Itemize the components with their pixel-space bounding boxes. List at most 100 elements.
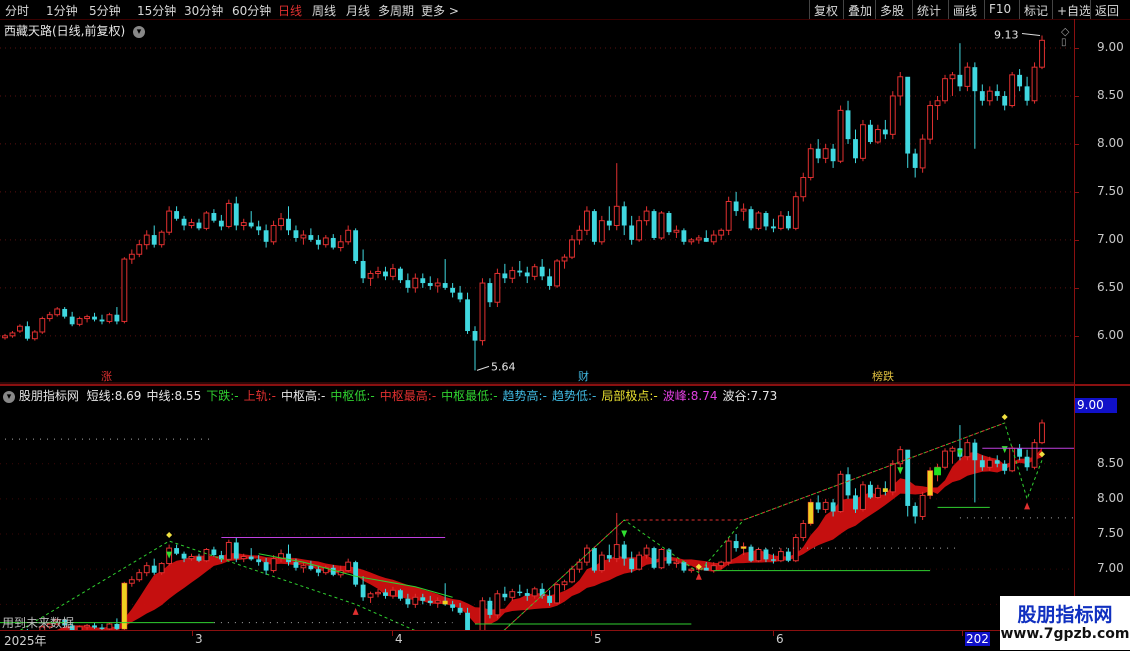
candle-body [815,148,821,159]
ind-candle-body [114,624,120,629]
legend-value: - [542,389,547,403]
candle-body [69,316,75,325]
candle-body [681,230,687,242]
candle-body [598,220,605,243]
candle-body [517,270,523,273]
low-price-label: 5.64 [491,360,516,373]
candle-body [964,66,971,87]
tab-8[interactable]: 月线 [346,2,370,19]
tab-5[interactable]: 60分钟 [232,2,271,19]
ind-candle-body [874,487,881,498]
chevron-down-icon[interactable]: ▾ [3,390,15,403]
toolbar-button-7[interactable]: +自选 [1057,2,1091,19]
candle-body [427,283,433,286]
indicator-tick-2: 7.50 [1097,526,1124,541]
date-tick [392,631,393,636]
tab-6[interactable]: 日线 [278,2,302,19]
ind-candle-body [143,565,150,574]
ind-candle-body [158,563,165,574]
candle-body [524,272,530,277]
toolbar-button-3[interactable]: 统计 [917,2,941,19]
toolbar-button-0[interactable]: 复权 [814,2,838,19]
watermark-url: www.7gpzb.com [1000,626,1130,642]
toolbar-button-8[interactable]: 返回 [1095,2,1119,19]
candle-body [62,308,68,317]
legend-label: 趋势低: [551,389,592,403]
toolbar-button-2[interactable]: 多股 [880,2,904,19]
candle-chart[interactable]: 9.13 5.64 涨 财 榜跌 [0,19,1074,384]
date-label-3: 5 [594,632,602,646]
ind-candle-body [367,593,374,598]
tab-2[interactable]: 5分钟 [89,2,121,19]
candle-body [270,224,277,243]
price-tick-6: 6.00 [1097,327,1124,342]
ind-candle-body [188,556,195,560]
tab-9[interactable]: 多周期 [378,2,414,19]
legend-label: 趋势高: [502,389,543,403]
toolbar-button-6[interactable]: 标记 [1024,2,1048,19]
candle-body [337,241,344,249]
watermark-title: 股朋指标网 [1017,604,1113,626]
legend-label: 中线: [146,389,175,403]
indicator-pane[interactable]: ▾ 股朋指标网 短线:8.69 中线:8.55 下跌:- 上轨:- 中枢高:- 中枢低:-… [0,386,1074,630]
legend-label: 波峰: [662,389,691,403]
ind-candle-body [106,623,113,630]
candle-body [807,148,814,179]
toolbar-button-1[interactable]: 叠加 [848,2,872,19]
candle-body [547,276,553,286]
candlestick-pane[interactable]: 西藏天路(日线,前复权) ▾ 9.13 5.64 涨财榜跌 ◇ ▯ [0,19,1074,384]
indicator-chart[interactable] [0,386,1074,630]
tab-4[interactable]: 30分钟 [184,2,223,19]
ind-candle-body [524,593,530,596]
date-axis[interactable]: 2025年 3 4 5 6 202 [0,630,1074,651]
toolbar-button-5[interactable]: F10 [989,2,1011,16]
candle-body [300,234,307,239]
ind-candle-body [405,598,411,605]
legend-item-10: 局部极点:- [601,389,657,403]
candle-body [1017,74,1023,87]
candle-body [629,225,635,240]
candle-body [308,235,314,240]
ind-candle-body [651,548,657,568]
candle-body [166,210,173,233]
high-arrow [1021,33,1041,37]
ind-candle-body [763,549,769,560]
candle-body [203,212,210,229]
legend-item-5: 中枢低:- [330,389,374,403]
ind-candle-body [383,592,388,596]
legend-item-0: 短线:8.69 [87,389,142,403]
ind-candle-body [591,548,597,571]
candle-body [84,316,90,320]
candle-body [927,105,934,140]
toolbar-separator [875,0,876,19]
ind-candle-body [263,562,269,571]
candle-body [695,237,702,241]
ind-candle-body [629,558,635,570]
tab-0[interactable]: 分时 [5,2,29,19]
legend-label: 下跌: [206,389,235,403]
indicator-axis[interactable]: 9.00 8.508.007.507.006.50 [1074,386,1130,630]
ind-candle-body [703,567,709,571]
tab-1[interactable]: 1分钟 [46,2,78,19]
candle-body [248,222,254,227]
settings-icon[interactable]: ▯ [1061,37,1067,48]
candle-body [353,230,359,261]
ind-candle-body [972,442,978,461]
tab-3[interactable]: 15分钟 [137,2,176,19]
tab-7[interactable]: 周线 [312,2,336,19]
legend-item-4: 中枢高:- [281,389,325,403]
ind-candle-body [733,541,739,549]
candle-body [472,331,478,341]
price-tick-1: 8.50 [1097,87,1124,102]
toolbar-button-4[interactable]: 画线 [953,2,977,19]
price-axis[interactable]: 9.00 8.50 8.00 7.50 7.00 6.50 6.00 [1074,19,1130,384]
ind-candle-body [1009,447,1016,472]
candle-body [718,229,725,236]
tab-10[interactable]: 更多 > [421,2,459,19]
ind-candle-body [942,450,948,468]
candle-body [420,278,426,284]
candle-body [286,218,291,231]
date-label-4: 6 [776,632,784,646]
ind-candle-body [136,572,143,581]
ind-candle-body [233,542,239,559]
